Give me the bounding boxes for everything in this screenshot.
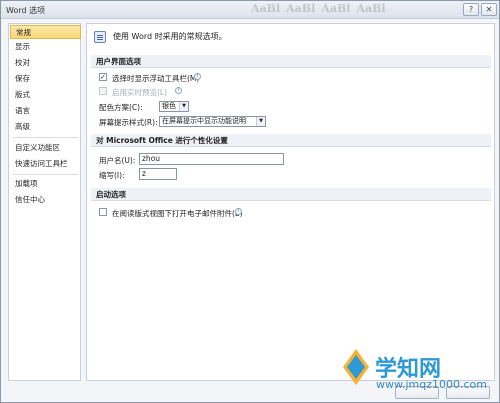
color-scheme-label: 配色方案(C): xyxy=(99,103,143,112)
general-options-icon xyxy=(94,31,106,43)
chevron-down-icon: ▼ xyxy=(256,117,265,126)
screentip-style-select[interactable]: 在屏幕提示中显示功能说明 ▼ xyxy=(159,116,266,127)
title-bar: Word 选项 AaBl AaBl AaBl AaBl ? ✕ xyxy=(1,1,499,19)
nav-item-addins[interactable]: 加载项 xyxy=(10,177,81,191)
screentip-style-value: 在屏幕提示中显示功能说明 xyxy=(162,117,246,125)
live-preview-label[interactable]: 启用实时预览(L) xyxy=(112,87,167,98)
nav-item-general[interactable]: 常规 xyxy=(10,25,81,39)
screentip-style-label: 屏幕提示样式(R): xyxy=(99,118,158,127)
nav-item-save[interactable]: 保存 xyxy=(10,72,81,86)
close-button[interactable]: ✕ xyxy=(481,3,497,16)
username-field[interactable]: zhou xyxy=(139,153,284,165)
nav-divider xyxy=(13,174,78,175)
style-preview: AaBl xyxy=(321,2,351,15)
nav-item-proofing[interactable]: 校对 xyxy=(10,56,81,70)
mini-toolbar-checkbox[interactable]: ✓ xyxy=(99,73,107,81)
ribbon-background: AaBl AaBl AaBl AaBl xyxy=(251,2,451,16)
initials-label: 缩写(I): xyxy=(99,171,125,180)
nav-item-customize-ribbon[interactable]: 自定义功能区 xyxy=(10,141,81,155)
page-title: 使用 Word 时采用的常规选项。 xyxy=(113,32,227,41)
username-label: 用户名(U): xyxy=(99,156,136,165)
nav-item-advanced[interactable]: 高级 xyxy=(10,120,81,134)
style-preview: AaBl xyxy=(251,2,281,15)
watermark-url: www.jmqz1000.com xyxy=(376,378,487,391)
info-icon: i xyxy=(175,87,182,94)
initials-field[interactable]: z xyxy=(139,168,177,180)
nav-item-display[interactable]: 显示 xyxy=(10,40,81,54)
nav-divider xyxy=(13,137,78,138)
open-email-reading-checkbox[interactable] xyxy=(99,208,107,216)
options-nav: 常规 显示 校对 保存 版式 语言 高级 自定义功能区 快速访问工具栏 加载项 … xyxy=(8,23,81,381)
open-email-reading-label[interactable]: 在阅读版式视图下打开电子邮件附件(E) xyxy=(112,208,243,219)
nav-item-quick-access-toolbar[interactable]: 快速访问工具栏 xyxy=(10,157,81,171)
window-title: Word 选项 xyxy=(6,6,46,15)
live-preview-checkbox[interactable] xyxy=(99,87,107,95)
style-preview: AaBl xyxy=(286,2,316,15)
section-ui-options: 用户界面选项 xyxy=(91,55,491,68)
style-preview: AaBl xyxy=(356,2,386,15)
section-startup: 启动选项 xyxy=(91,188,491,201)
help-button[interactable]: ? xyxy=(463,3,479,16)
nav-item-trust-center[interactable]: 信任中心 xyxy=(10,193,81,207)
site-logo-icon xyxy=(343,349,369,385)
word-options-window: Word 选项 AaBl AaBl AaBl AaBl ? ✕ 常规 显示 校对… xyxy=(0,0,500,403)
mini-toolbar-label[interactable]: 选择时显示浮动工具栏(M) xyxy=(112,73,199,84)
general-options-panel: 使用 Word 时采用的常规选项。 用户界面选项 ✓ 选择时显示浮动工具栏(M)… xyxy=(86,23,495,381)
info-icon: i xyxy=(235,208,242,215)
info-icon: i xyxy=(194,73,201,80)
nav-item-language[interactable]: 语言 xyxy=(10,104,81,118)
section-personalize: 对 Microsoft Office 进行个性化设置 xyxy=(91,134,491,147)
nav-item-layout[interactable]: 版式 xyxy=(10,88,81,102)
chevron-down-icon: ▼ xyxy=(179,102,188,111)
color-scheme-value: 银色 xyxy=(162,102,176,110)
color-scheme-select[interactable]: 银色 ▼ xyxy=(159,101,189,112)
